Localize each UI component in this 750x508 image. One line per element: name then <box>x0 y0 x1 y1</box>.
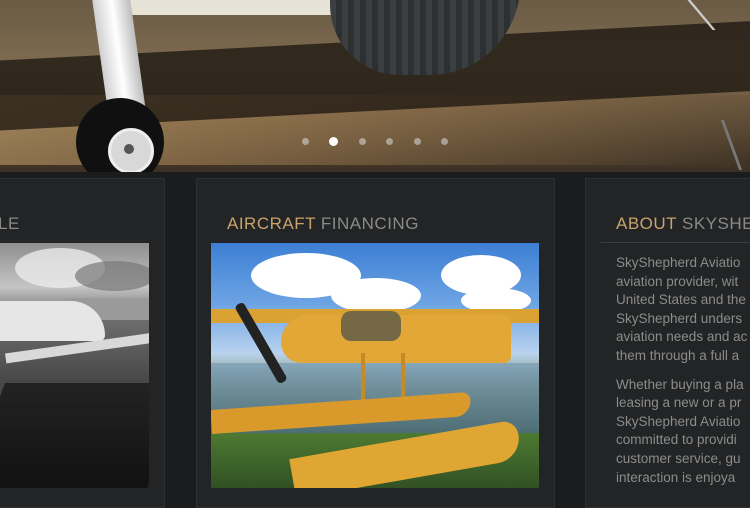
card-title-rest: FINANCING <box>315 214 419 233</box>
slider-pagination <box>0 133 750 151</box>
about-line: SkyShepherd Aviatio <box>616 413 741 429</box>
slider-dot-4[interactable] <box>386 138 394 146</box>
card-title-rest: SKYSHE <box>676 214 750 233</box>
about-paragraph-1: SkyShepherd Aviatio aviation provider, w… <box>616 254 750 366</box>
about-paragraph-2: Whether buying a pla leasing a new or a … <box>616 376 750 488</box>
slider-dot-6[interactable] <box>441 138 449 146</box>
slider-dot-2[interactable] <box>329 137 339 147</box>
hero-slider <box>0 0 750 172</box>
airplane <box>0 301 105 341</box>
about-line: leasing a new or a pr <box>616 395 742 411</box>
card-title-rest: LE <box>0 214 20 233</box>
about-line: United States and the <box>616 292 746 308</box>
card-title-accent: ABOUT <box>616 214 677 233</box>
about-line: aviation needs and ac <box>616 329 748 345</box>
about-line: Whether buying a pla <box>616 376 744 392</box>
cloud <box>75 261 149 291</box>
about-line: aviation provider, wit <box>616 273 739 289</box>
slider-dot-5[interactable] <box>413 138 421 146</box>
about-line: committed to providi <box>616 432 737 448</box>
about-divider <box>601 242 750 243</box>
slider-dot-1[interactable] <box>301 138 309 146</box>
card-title-financing: AIRCRAFT FINANCING <box>227 214 419 234</box>
about-line: SkyShepherd Aviatio <box>616 255 741 270</box>
aircraft-sale-image[interactable] <box>0 243 149 488</box>
card-title-sale: LE <box>0 214 20 234</box>
about-line: SkyShepherd unders <box>616 310 743 326</box>
cloud <box>331 278 421 313</box>
ground-shadow <box>0 383 149 488</box>
about-line: them through a full a <box>616 347 740 363</box>
aircraft-financing-image[interactable] <box>211 243 539 488</box>
about-line: customer service, gu <box>616 450 741 466</box>
card-title-about: ABOUT SKYSHE <box>616 214 750 234</box>
about-line: interaction is enjoya <box>616 469 736 485</box>
seaplane-cockpit <box>341 311 401 341</box>
card-title-accent: AIRCRAFT <box>227 214 316 233</box>
slider-dot-3[interactable] <box>358 138 366 146</box>
about-text: SkyShepherd Aviatio aviation provider, w… <box>616 254 750 487</box>
